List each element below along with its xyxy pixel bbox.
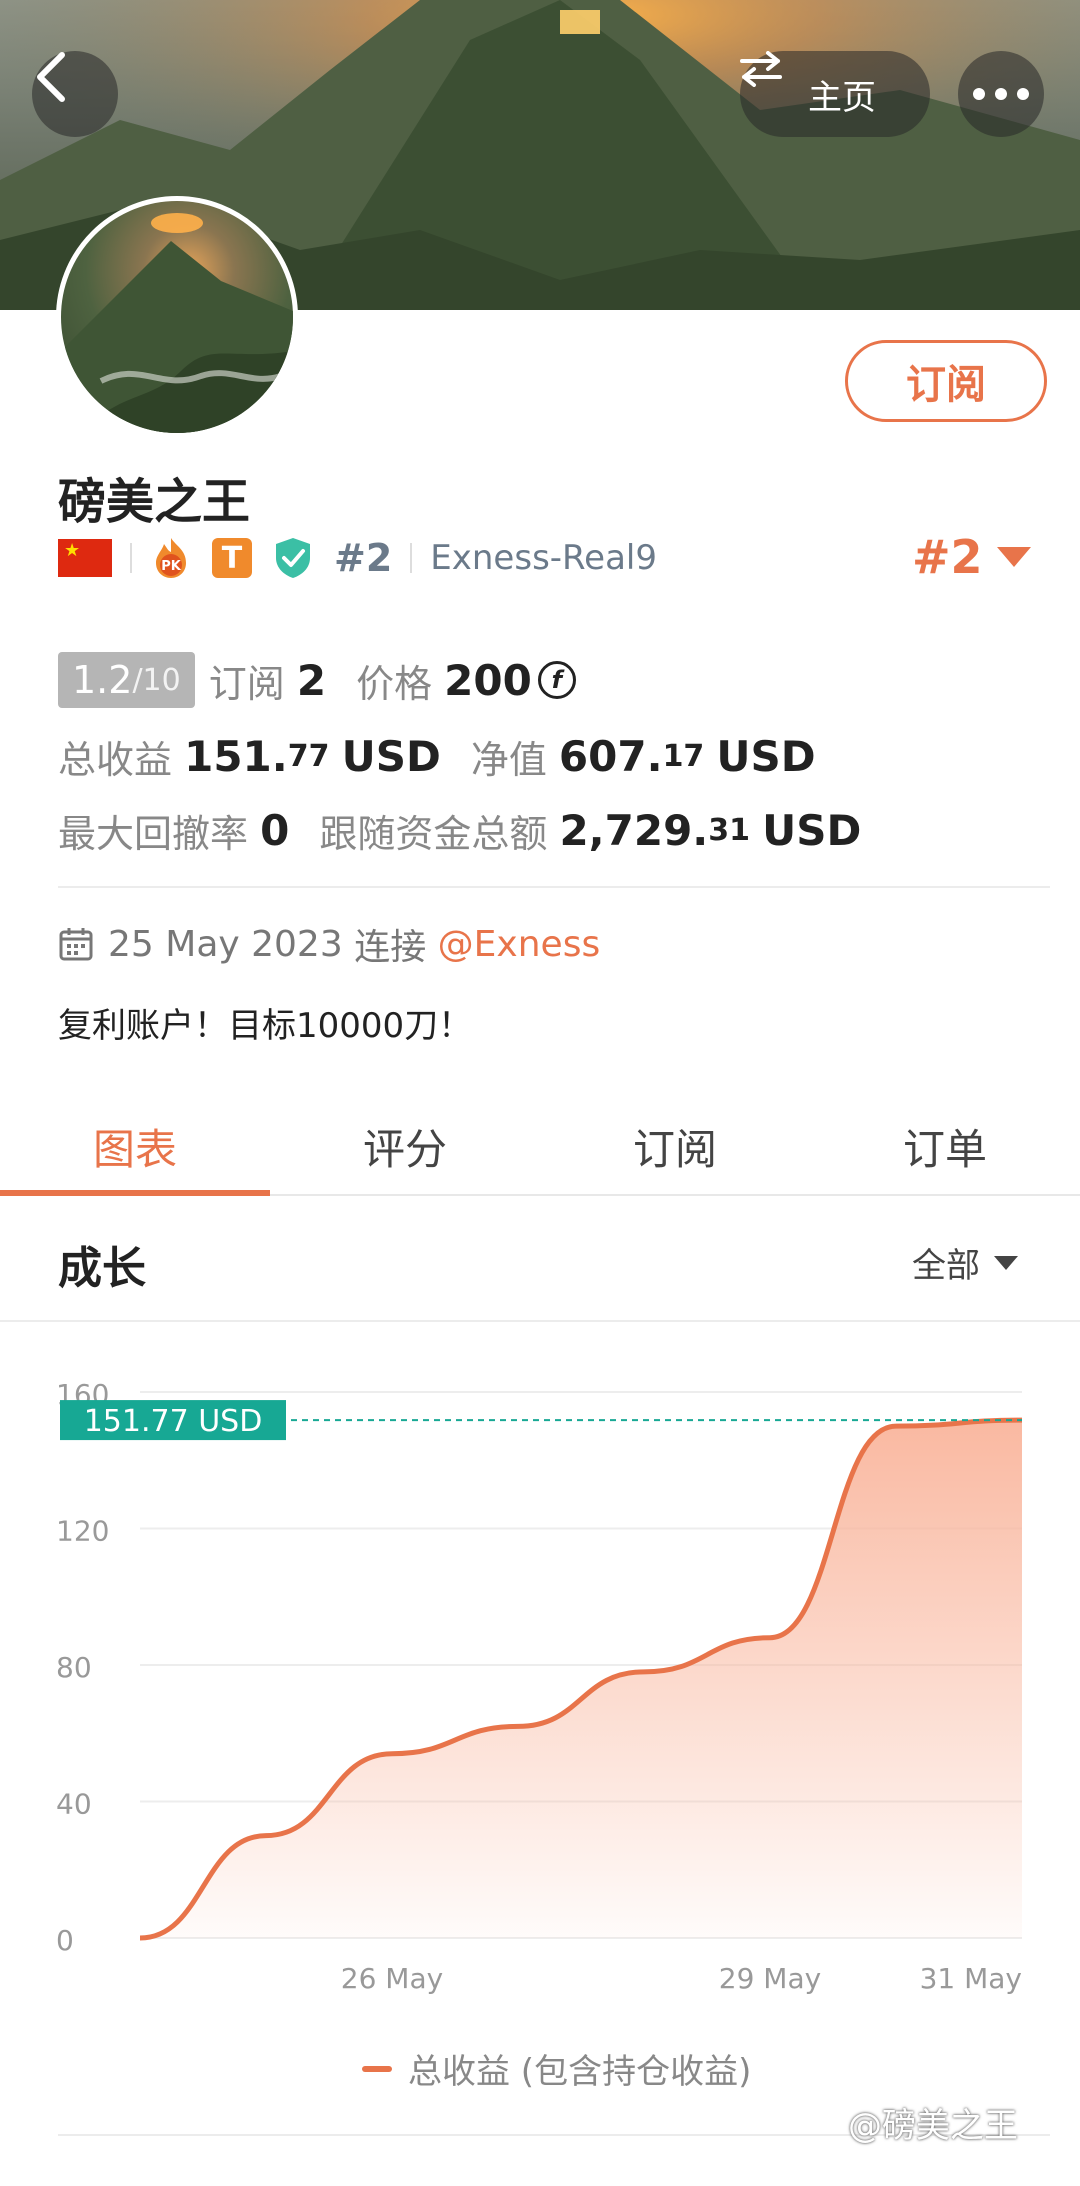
price-label: 价格: [356, 661, 433, 706]
score-max: /10: [132, 662, 181, 698]
range-label: 全部: [912, 1246, 980, 1286]
rank-badge: #2: [334, 536, 393, 580]
tab-bar: 图表 评分 订阅 订单: [0, 1098, 1080, 1196]
tab-subscribe[interactable]: 订阅: [540, 1098, 810, 1194]
connect-date: 25 May 2023: [108, 923, 343, 965]
score-badge: 1.2/10: [58, 652, 195, 708]
tab-orders[interactable]: 订单: [810, 1098, 1080, 1194]
growth-title: 成长: [58, 1243, 146, 1294]
rank-dropdown[interactable]: #2: [912, 530, 1031, 584]
caret-down-icon: [994, 1255, 1018, 1270]
subscribe-button[interactable]: 订阅: [845, 340, 1047, 422]
y-tick-label: 120: [56, 1515, 109, 1548]
x-tick-label: 26 May: [341, 1962, 443, 1995]
total-profit-int: 151.: [184, 731, 288, 781]
x-tick-label: 29 May: [719, 1962, 821, 1995]
connect-info: 25 May 2023 连接 @Exness: [58, 918, 600, 970]
svg-text:PK: PK: [161, 559, 182, 574]
avatar[interactable]: [56, 196, 298, 438]
y-tick-label: 40: [56, 1788, 92, 1821]
rank-dropdown-label: #2: [912, 530, 983, 584]
divider: [58, 886, 1050, 888]
subscribe-count-label: 订阅: [208, 661, 285, 706]
follow-funds-dec: 31: [708, 812, 751, 848]
chart-legend[interactable]: 总收益 (包含持仓收益): [362, 2044, 751, 2093]
follow-funds-unit: USD: [762, 805, 862, 855]
max-drawdown-value: 0: [260, 805, 290, 855]
stats-row-2: 总收益 151. 77 USD 净值 607. 17 USD: [58, 724, 816, 788]
x-tick-label: 31 May: [920, 1962, 1022, 1995]
account-name: Exness-Real9: [430, 538, 657, 578]
legend-swatch: [362, 2065, 392, 2072]
divider: [130, 543, 132, 573]
broker-link[interactable]: @Exness: [438, 924, 601, 965]
connect-verb: 连接: [354, 927, 427, 968]
stats-row-1: 1.2/10 订阅 2 价格 200 f: [58, 648, 576, 712]
profile-bio: 复利账户！目标10000刀！: [58, 1006, 473, 1046]
more-dots-icon: [968, 85, 1034, 104]
series-area: [140, 1420, 1022, 1938]
score-value: 1.2: [72, 658, 133, 702]
pk-flame-icon[interactable]: PK: [150, 537, 192, 579]
current-value-label: 151.77 USD: [84, 1404, 263, 1439]
subscribe-count: 2: [296, 655, 327, 705]
divider: [410, 543, 413, 573]
stats-row-3: 最大回撤率 0 跟随资金总额 2,729. 31 USD: [58, 798, 861, 862]
watermark: @磅美之王: [848, 2106, 1018, 2146]
divider: [0, 1320, 1080, 1322]
total-profit-unit: USD: [341, 731, 441, 781]
verified-shield-icon[interactable]: [272, 537, 314, 579]
caret-down-icon: [996, 547, 1031, 567]
legend-label: 总收益 (包含持仓收益): [408, 2052, 752, 2092]
home-button[interactable]: 主页: [740, 51, 930, 137]
range-dropdown[interactable]: 全部: [912, 1238, 1018, 1287]
tab-rating[interactable]: 评分: [270, 1098, 540, 1194]
total-profit-dec: 77: [287, 738, 330, 774]
tab-chart[interactable]: 图表: [0, 1098, 270, 1196]
follow-funds-int: 2,729.: [559, 805, 709, 855]
price-value: 200: [444, 655, 532, 705]
net-value-unit: USD: [716, 731, 816, 781]
follow-funds-label: 跟随资金总额: [319, 811, 548, 856]
y-tick-label: 80: [56, 1651, 92, 1684]
back-button[interactable]: [32, 51, 118, 137]
max-drawdown-label: 最大回撤率: [58, 811, 249, 856]
china-flag-icon: ★: [58, 539, 112, 577]
chevron-left-icon: [37, 52, 65, 102]
profile-name: 磅美之王: [58, 474, 251, 530]
home-label: 主页: [808, 77, 876, 118]
coin-icon: f: [537, 661, 576, 699]
more-options-button[interactable]: [958, 51, 1044, 137]
badges-row: ★ PK T #2 Exness-Real9: [58, 532, 657, 584]
y-tick-label: 0: [56, 1924, 74, 1957]
net-value-int: 607.: [558, 731, 663, 781]
total-profit-label: 总收益: [58, 737, 173, 782]
net-value-dec: 17: [662, 738, 705, 774]
calendar-icon: [58, 926, 94, 962]
avatar-landscape-image: [61, 213, 293, 433]
t-badge-icon[interactable]: T: [212, 538, 252, 578]
growth-chart: 0408012016026 May 29 May 31 May151.77 USD: [56, 1378, 1023, 1995]
net-value-label: 净值: [470, 737, 547, 782]
